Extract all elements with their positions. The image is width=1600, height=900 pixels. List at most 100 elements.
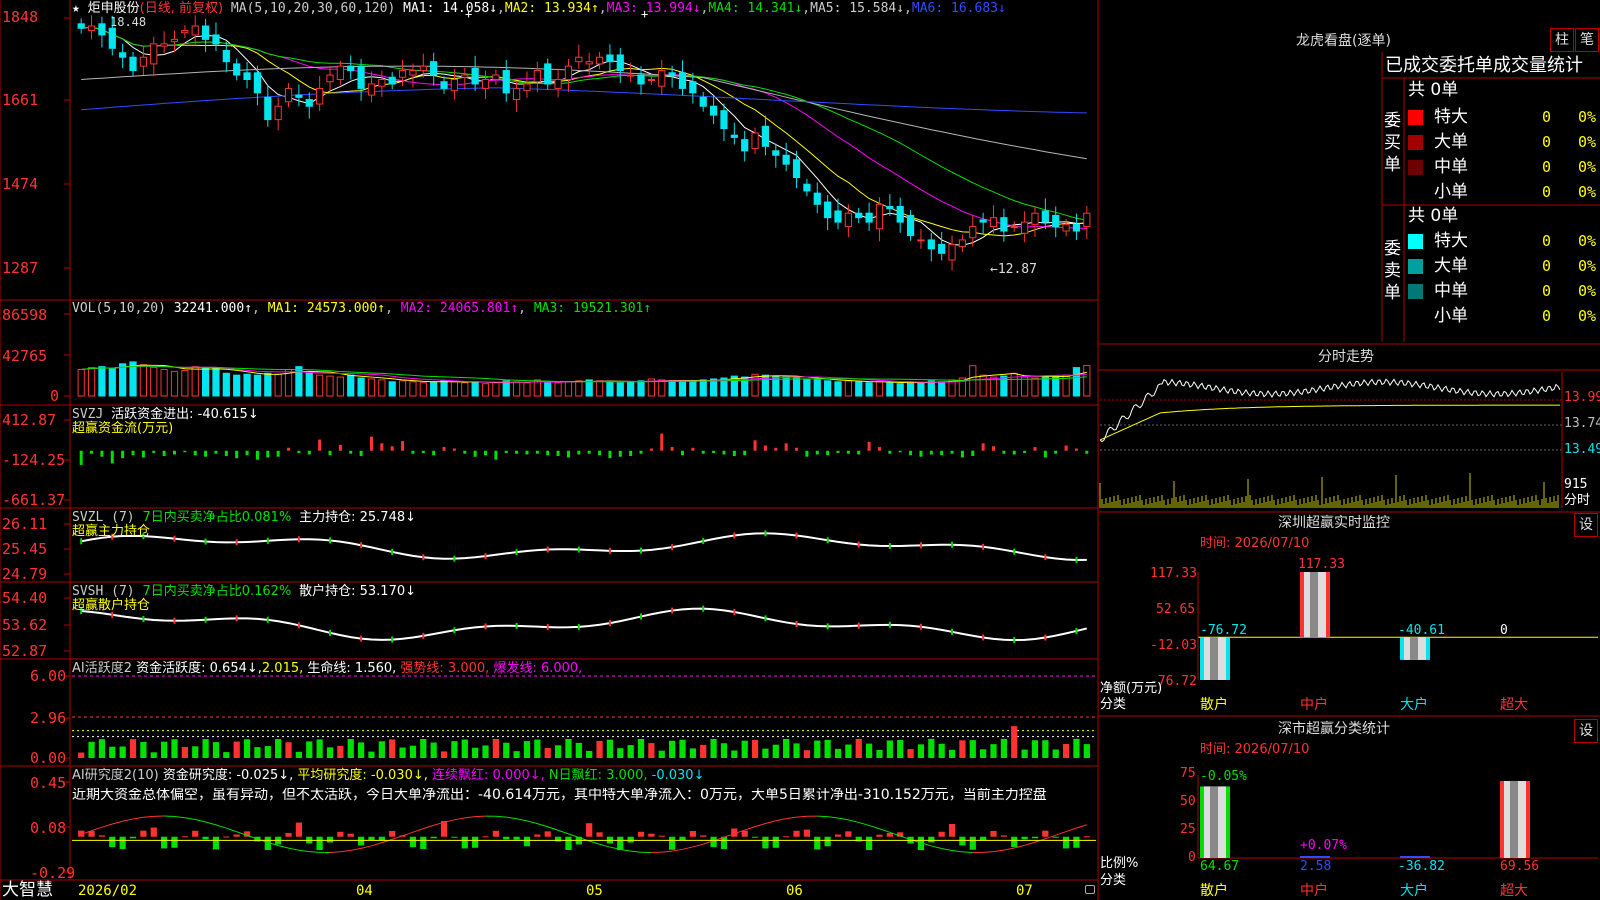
chart-canvas[interactable]: + + xyxy=(0,0,1600,900)
activity-bar xyxy=(119,746,126,758)
stock-name[interactable]: 炬申股份 xyxy=(88,1,140,16)
svzl-tick: 25.45 xyxy=(2,540,48,558)
candle-body xyxy=(751,132,759,150)
position-tick xyxy=(1075,627,1078,634)
activity-bar xyxy=(430,742,437,758)
candle-body xyxy=(689,81,697,94)
position-tick xyxy=(733,608,736,615)
candle-body xyxy=(367,83,376,96)
activity-bar xyxy=(845,744,852,758)
price-tick: 1287 xyxy=(2,259,39,277)
volume-bar xyxy=(896,383,904,397)
candle-body xyxy=(782,154,790,165)
research-line xyxy=(620,848,631,852)
bar-mode-button[interactable]: 柱 xyxy=(1550,28,1574,52)
flow-bar xyxy=(276,450,280,457)
tick-mode-button[interactable]: 笔 xyxy=(1575,28,1599,52)
flow-bar xyxy=(566,450,570,458)
position-tick xyxy=(857,622,860,629)
monitor-settings-button[interactable]: 设 xyxy=(1574,513,1598,537)
activity-bar xyxy=(337,745,344,758)
ma-definition: MA(5,10,20,30,60,120) xyxy=(230,1,396,16)
stats-y-tick: 50 xyxy=(1180,794,1196,809)
monitor-title: 深圳超赢实时监控 xyxy=(1278,515,1390,531)
activity-bar xyxy=(316,739,323,758)
research-bar xyxy=(461,836,468,849)
stats-settings-button[interactable]: 设 xyxy=(1574,719,1598,743)
research-bar xyxy=(793,830,800,837)
research-bar xyxy=(865,836,873,850)
volume-bar xyxy=(585,379,593,397)
volume-bar xyxy=(927,380,935,397)
flow-bar xyxy=(380,443,384,451)
activity-bar xyxy=(378,741,385,758)
research-line xyxy=(931,845,942,849)
research-bar xyxy=(1021,836,1028,840)
research-bar xyxy=(140,830,147,837)
candle-body xyxy=(347,65,355,72)
position-tick xyxy=(919,623,922,630)
ai1-def: AI活跃度2 xyxy=(72,661,132,676)
monitor-x-label: 分类 xyxy=(1100,697,1127,712)
candle-body xyxy=(699,96,707,107)
flow-bar xyxy=(660,433,664,451)
volume-bar xyxy=(575,380,583,397)
volume-bar xyxy=(544,381,552,397)
svzl-tick: 26.11 xyxy=(2,515,48,533)
activity-bar xyxy=(140,741,147,758)
research-bar xyxy=(534,834,541,837)
candle-body xyxy=(709,105,718,116)
x-label: 04 xyxy=(356,883,373,899)
chart-mode[interactable]: (日线, 前复权) xyxy=(140,1,223,16)
ma-line xyxy=(81,87,1087,114)
ai2-tick: -0.29 xyxy=(30,864,76,882)
order-row: 小单 0 0% xyxy=(1408,182,1598,204)
flow-bar xyxy=(608,450,612,459)
research-bar xyxy=(783,836,790,838)
activity-bar xyxy=(461,739,468,758)
high-marker: 18.48 xyxy=(110,15,147,29)
research-line xyxy=(195,819,206,823)
candle-body xyxy=(730,134,738,138)
position-tick xyxy=(266,616,269,623)
svzl-tick: 24.79 xyxy=(2,565,48,583)
favorite-star-icon[interactable]: ★ xyxy=(72,1,80,16)
research-bar xyxy=(337,831,344,837)
volume-bar xyxy=(554,382,562,397)
flow-bar xyxy=(307,450,311,455)
flow-bar xyxy=(1043,450,1047,458)
volume-bar xyxy=(98,366,106,397)
candle-body xyxy=(295,94,303,98)
ai1-strong-line: 强势线: 3.000, xyxy=(400,661,490,676)
svzj-chart xyxy=(79,433,1089,465)
position-tick xyxy=(391,548,394,555)
research-bar xyxy=(689,830,696,837)
category-bar-shine xyxy=(1310,572,1318,638)
position-tick xyxy=(360,635,363,642)
flow-bar xyxy=(919,450,923,457)
candle-body xyxy=(481,78,490,89)
research-line xyxy=(309,851,320,853)
volume-bar xyxy=(481,383,490,397)
ai1-lifeline: 生命线: 1.560, xyxy=(307,661,397,676)
position-tick xyxy=(951,541,954,548)
research-line xyxy=(682,846,693,850)
candle-body xyxy=(720,110,728,130)
candle-body xyxy=(938,243,946,254)
flow-bar xyxy=(245,450,249,456)
vol-ma2: MA2: 24065.801↑ xyxy=(400,301,519,316)
candle-body xyxy=(336,65,344,80)
activity-bar xyxy=(347,739,354,758)
volume-bar xyxy=(917,382,925,397)
vol-tick: 0 xyxy=(50,387,60,405)
research-line xyxy=(786,816,797,820)
activity-bar xyxy=(181,746,188,758)
candle-body xyxy=(430,61,438,76)
research-line xyxy=(817,815,828,818)
ai-activity-chart xyxy=(72,675,1096,758)
lock-icon[interactable] xyxy=(1085,885,1095,894)
x-label: 06 xyxy=(786,883,803,899)
position-tick xyxy=(484,553,487,560)
vol-ma1: MA1: 24573.000↑ xyxy=(267,301,386,316)
activity-bar xyxy=(326,747,334,758)
